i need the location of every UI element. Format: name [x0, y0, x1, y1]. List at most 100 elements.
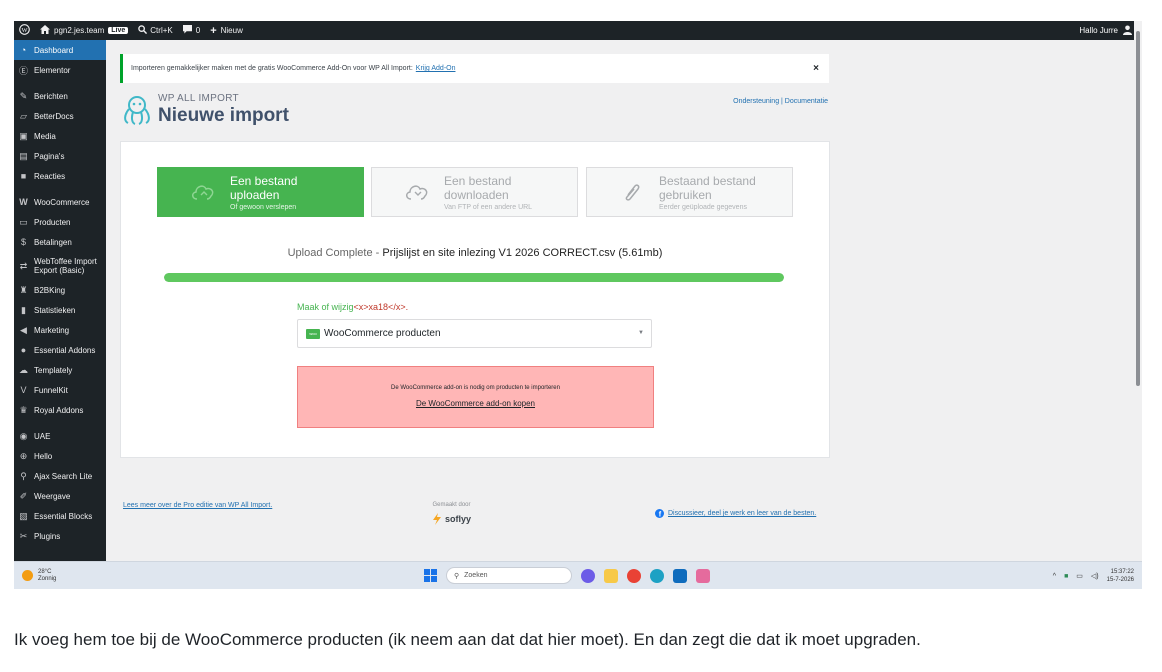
- option-sub: Eerder geüploade gegevens: [659, 203, 747, 211]
- taskbar-search-placeholder: Zoeken: [464, 572, 488, 579]
- woocommerce-icon: W: [19, 197, 28, 207]
- made-by: Gemaakt door soflyy: [432, 502, 471, 525]
- weather-widget[interactable]: 28°C Zonnig: [22, 569, 56, 583]
- buy-addon-link[interactable]: De WooCommerce add-on kopen: [298, 399, 653, 408]
- sidebar-item-label: Pagina's: [34, 151, 65, 161]
- crown-icon: ♛: [19, 404, 28, 415]
- user-icon: [1123, 25, 1132, 37]
- essential-addons-icon: ●: [20, 345, 27, 355]
- paperclip-icon: [617, 177, 647, 207]
- wordpress-logo-button[interactable]: W: [14, 21, 35, 40]
- sidebar-item-statistieken[interactable]: ▮ Statistieken: [14, 300, 106, 320]
- warning-text: De WooCommerce add-on is nodig om produc…: [391, 385, 560, 391]
- import-type-select[interactable]: woo WooCommerce producten ▼: [297, 319, 652, 348]
- sidebar-item-label: Essential Blocks: [34, 511, 93, 521]
- get-addon-link[interactable]: Krijg Add-On: [416, 65, 456, 72]
- sidebar-item-berichten[interactable]: ✎ Berichten: [14, 86, 106, 106]
- made-by-label: Gemaakt door: [432, 502, 471, 508]
- sidebar-item-funnelkit[interactable]: V FunnelKit: [14, 380, 106, 400]
- sidebar-item-betterdocs[interactable]: ▱ BetterDocs: [14, 106, 106, 126]
- search-icon: ⚲: [454, 572, 460, 580]
- sidebar-item-reacties[interactable]: ■ Reacties: [14, 166, 106, 186]
- sidebar-item-marketing[interactable]: ◀ Marketing: [14, 320, 106, 340]
- search-icon: [138, 25, 148, 36]
- sidebar-item-templately[interactable]: ☁ Templately: [14, 360, 106, 380]
- chevron-up-icon[interactable]: ^: [1053, 573, 1056, 580]
- chrome-icon[interactable]: [627, 568, 641, 583]
- existing-file-option[interactable]: Bestaand bestand gebruiken Eerder geüplo…: [586, 167, 793, 217]
- comment-icon: [182, 25, 192, 36]
- sidebar-item-webtoffee[interactable]: ⇄ WebToffee Import Export (Basic): [14, 252, 106, 280]
- site-name-link[interactable]: pgn2.jes.team Live: [35, 21, 133, 40]
- sidebar-item-b2bking[interactable]: ♜ B2BKing: [14, 280, 106, 300]
- wp-all-import-logo-icon: [124, 96, 150, 125]
- create-or-edit-label: Maak of wijzig<x>xa18</x>.: [297, 302, 408, 312]
- sidebar-item-betalingen[interactable]: $ Betalingen: [14, 232, 106, 252]
- community-link[interactable]: f Discussieer, deel je werk en leer van …: [655, 509, 816, 518]
- sidebar-item-essential-addons[interactable]: ● Essential Addons: [14, 340, 106, 360]
- new-content-button[interactable]: + Nieuw: [205, 21, 248, 40]
- scrollbar-thumb[interactable]: [1136, 31, 1140, 386]
- sidebar-item-plugins[interactable]: ✂ Plugins: [14, 526, 106, 546]
- pro-edition-link[interactable]: Lees meer over de Pro editie van WP All …: [123, 502, 272, 509]
- option-label: Een bestand downloaden: [444, 173, 512, 202]
- sidebar-item-essential-blocks[interactable]: ▧ Essential Blocks: [14, 506, 106, 526]
- snipping-tool-icon[interactable]: [696, 568, 710, 583]
- caption-text: Ik voeg hem toe bij de WooCommerce produ…: [14, 630, 921, 649]
- import-export-icon: ⇄: [19, 260, 28, 271]
- copilot-app-icon[interactable]: [581, 568, 595, 583]
- command-search-button[interactable]: Ctrl+K: [133, 21, 177, 40]
- windows-taskbar: 28°C Zonnig ⚲ Zoeken ^ ■ ▭ ◁) 15:37:22 1…: [14, 561, 1142, 589]
- sidebar-item-royal-addons[interactable]: ♛ Royal Addons: [14, 400, 106, 420]
- account-menu[interactable]: Hallo Jurre: [1079, 25, 1142, 37]
- import-type-value: WooCommerce producten: [324, 328, 441, 339]
- sidebar-item-label: Reacties: [34, 171, 66, 181]
- home-icon: [40, 25, 50, 36]
- sidebar-item-woocommerce[interactable]: W WooCommerce: [14, 192, 106, 212]
- hello-icon: ⊕: [19, 450, 28, 461]
- system-clock[interactable]: 15:37:22 15-7-2026: [1107, 568, 1134, 584]
- facebook-icon: f: [655, 509, 664, 518]
- soflyy-logo[interactable]: soflyy: [432, 513, 471, 525]
- sidebar-item-media[interactable]: ▣ Media: [14, 126, 106, 146]
- page-icon: ▤: [19, 150, 28, 161]
- sidebar-item-uae[interactable]: ◉ UAE: [14, 426, 106, 446]
- chevron-down-icon: ▼: [638, 330, 644, 336]
- sidebar-item-label: Templately: [34, 365, 73, 375]
- option-sub: Van FTP of een andere URL: [444, 203, 533, 211]
- windows-start-icon[interactable]: [424, 569, 437, 582]
- sidebar-item-producten[interactable]: ▭ Producten: [14, 212, 106, 232]
- option-sub: Of gewoon verslepen: [230, 203, 297, 211]
- sidebar-item-label: Berichten: [34, 91, 68, 101]
- dismiss-notice-button[interactable]: ×: [813, 63, 819, 74]
- file-explorer-icon[interactable]: [604, 568, 618, 583]
- sidebar-item-label: Hello: [34, 451, 53, 461]
- sidebar-item-ajax-search-lite[interactable]: ⚲ Ajax Search Lite: [14, 466, 106, 486]
- sidebar-item-dashboard[interactable]: ◔ Dashboard: [14, 40, 106, 60]
- upload-file-option[interactable]: Een bestand uploaden Of gewoon verslepen: [157, 167, 364, 217]
- brush-icon: ✐: [19, 490, 28, 501]
- uploaded-filename: Prijslijst en site inlezing V1 2026 CORR…: [382, 247, 663, 259]
- sidebar-item-elementor[interactable]: Ⓔ Elementor: [14, 60, 106, 80]
- volume-icon[interactable]: ◁): [1091, 572, 1099, 580]
- sidebar-item-label: Ajax Search Lite: [34, 471, 93, 481]
- support-docs-links[interactable]: Ondersteuning | Documentatie: [733, 98, 828, 105]
- b2bking-icon: ♜: [19, 284, 28, 295]
- comments-button[interactable]: 0: [178, 21, 205, 40]
- taskbar-search[interactable]: ⚲ Zoeken: [446, 567, 572, 584]
- sidebar-item-hello[interactable]: ⊕ Hello: [14, 446, 106, 466]
- security-icon[interactable]: ■: [1064, 573, 1068, 580]
- choose-label: Maak of wijzig: [297, 302, 354, 312]
- sidebar-item-label: FunnelKit: [34, 385, 68, 395]
- edge-icon[interactable]: [650, 568, 664, 583]
- outlook-icon[interactable]: [673, 568, 687, 583]
- network-icon[interactable]: ▭: [1076, 572, 1083, 580]
- page-scrollbar[interactable]: [1134, 21, 1142, 561]
- sidebar-item-paginas[interactable]: ▤ Pagina's: [14, 146, 106, 166]
- sidebar-item-weergave[interactable]: ✐ Weergave: [14, 486, 106, 506]
- download-file-option[interactable]: Een bestand downloaden Van FTP of een an…: [371, 167, 578, 217]
- wordpress-icon: W: [19, 24, 30, 37]
- sun-icon: [22, 570, 33, 581]
- uae-icon: ◉: [19, 430, 28, 441]
- plus-icon: +: [210, 24, 217, 37]
